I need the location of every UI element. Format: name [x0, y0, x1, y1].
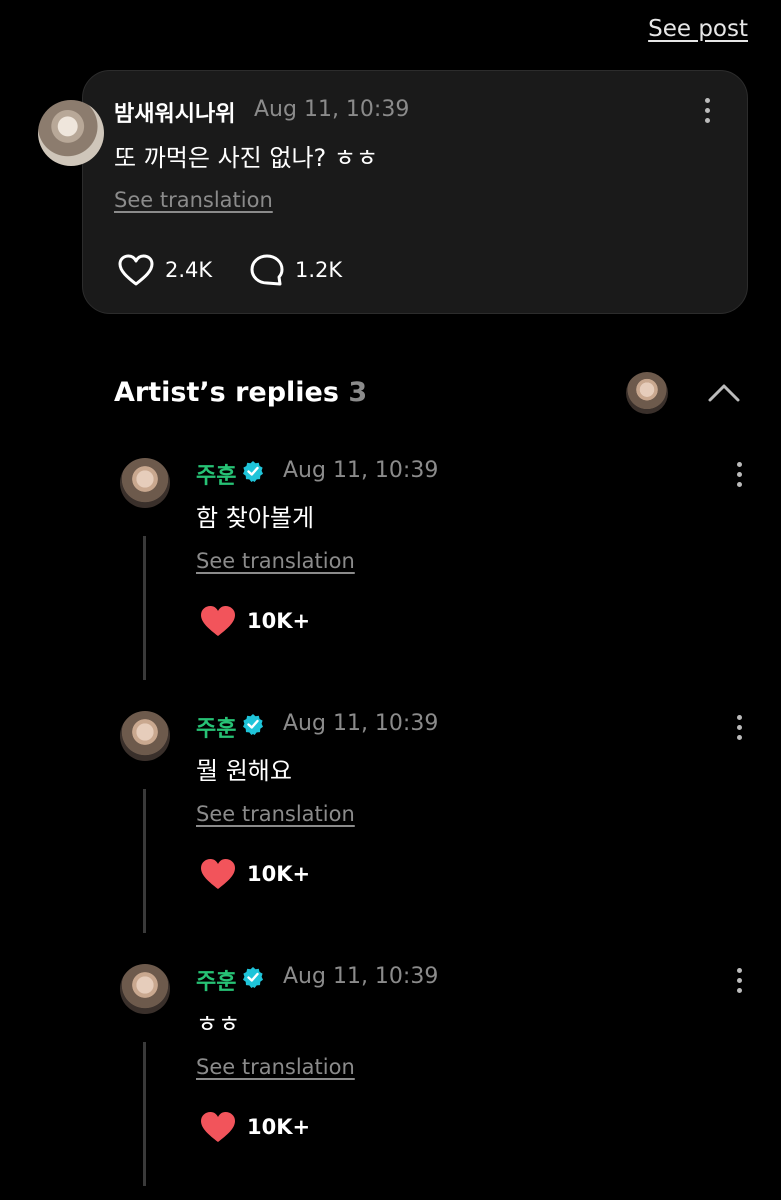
fan-comment-button[interactable]: 1.2K: [249, 253, 342, 287]
artist-replies-heading: Artist’s replies 3: [114, 377, 367, 408]
reply-like-count: 10K+: [247, 862, 311, 886]
reply-see-translation-link[interactable]: See translation: [196, 1055, 355, 1079]
artist-avatar[interactable]: [120, 458, 170, 508]
reply-timestamp: Aug 11, 10:39: [283, 711, 439, 736]
fan-post-more-menu-icon[interactable]: [695, 94, 719, 126]
fan-timestamp: Aug 11, 10:39: [254, 97, 410, 122]
fan-comment-count: 1.2K: [295, 258, 343, 282]
verified-badge-icon: [243, 714, 263, 735]
reply-like-button[interactable]: 10K+: [199, 604, 310, 638]
heart-filled-icon: [201, 606, 235, 636]
collapse-replies-button[interactable]: [702, 376, 746, 408]
artist-avatar: [626, 372, 668, 414]
reply-more-menu-icon[interactable]: [727, 458, 751, 490]
reply-text: 함 찾아볼게: [196, 504, 315, 532]
speech-bubble-icon: [250, 254, 284, 286]
heart-filled-icon: [201, 859, 235, 889]
artist-reply: 주훈 Aug 11, 10:39 뭘 원해요 See translation 1…: [0, 711, 781, 964]
reply-like-count: 10K+: [247, 1115, 311, 1139]
reply-see-translation-link[interactable]: See translation: [196, 549, 355, 573]
reply-more-menu-icon[interactable]: [727, 711, 751, 743]
verified-badge-icon: [243, 461, 263, 482]
artist-avatar[interactable]: [120, 964, 170, 1014]
fan-avatar[interactable]: [38, 100, 104, 166]
see-post-link[interactable]: See post: [648, 16, 748, 42]
artist-reply: 주훈 Aug 11, 10:39 함 찾아볼게 See translation …: [0, 458, 781, 711]
reply-text: ㅎㅎ: [196, 1010, 241, 1038]
artist-replies-count: 3: [348, 377, 368, 408]
fan-see-translation-link[interactable]: See translation: [114, 188, 273, 212]
artist-avatar[interactable]: [120, 711, 170, 761]
reply-more-menu-icon[interactable]: [727, 964, 751, 996]
verified-badge-icon: [243, 967, 263, 988]
fan-like-count: 2.4K: [165, 258, 213, 282]
fan-like-button[interactable]: 2.4K: [117, 253, 212, 287]
reply-text: 뭘 원해요: [196, 757, 292, 785]
reply-see-translation-link[interactable]: See translation: [196, 802, 355, 826]
reply-timestamp: Aug 11, 10:39: [283, 458, 439, 483]
comment-thread-screen: See post 밤새워시나위 Aug 11, 10:39 또 까먹은 사진 없…: [0, 0, 781, 1200]
reply-like-button[interactable]: 10K+: [199, 857, 310, 891]
artist-reply: 주훈 Aug 11, 10:39 ㅎㅎ See translation 10K+: [0, 964, 781, 1200]
artist-username[interactable]: 주훈: [196, 458, 236, 490]
artist-replies-title: Artist’s replies: [114, 377, 339, 408]
thread-line: [143, 536, 146, 680]
artist-username[interactable]: 주훈: [196, 964, 236, 996]
thread-line: [143, 1042, 146, 1186]
reply-like-button[interactable]: 10K+: [199, 1110, 310, 1144]
fan-username[interactable]: 밤새워시나위: [114, 96, 235, 128]
reply-like-count: 10K+: [247, 609, 311, 633]
heart-outline-icon: [118, 254, 154, 286]
reply-timestamp: Aug 11, 10:39: [283, 964, 439, 989]
chevron-up-icon: [708, 384, 740, 402]
thread-line: [143, 789, 146, 933]
heart-filled-icon: [201, 1112, 235, 1142]
fan-post-text: 또 까먹은 사진 없나? ㅎㅎ: [114, 144, 379, 172]
artist-username[interactable]: 주훈: [196, 711, 236, 743]
